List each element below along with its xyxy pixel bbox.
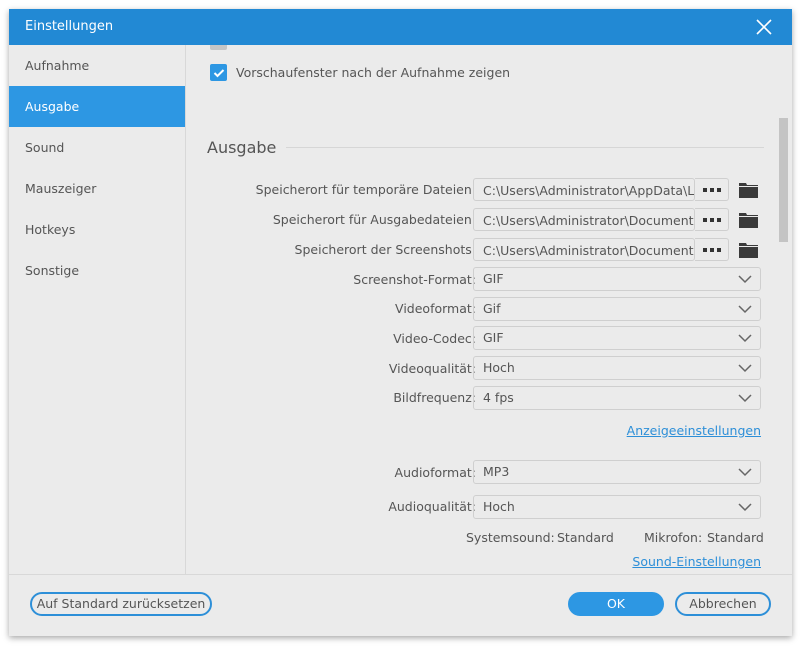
temp-files-label: Speicherort für temporäre Dateien: bbox=[255, 182, 476, 197]
video-format-label: Videoformat: bbox=[395, 301, 476, 316]
audio-format-select[interactable]: MP3 bbox=[473, 460, 761, 484]
ok-button[interactable]: OK bbox=[568, 592, 664, 616]
microphone-value: Standard bbox=[707, 530, 764, 545]
chevron-down-icon bbox=[738, 503, 752, 512]
checkmark-icon bbox=[213, 68, 224, 77]
video-format-select[interactable]: Gif bbox=[473, 297, 761, 321]
sidebar: Aufnahme Ausgabe Sound Mauszeiger Hotkey… bbox=[9, 45, 186, 574]
sidebar-item-mauszeiger[interactable]: Mauszeiger bbox=[9, 168, 185, 209]
sidebar-item-sonstige[interactable]: Sonstige bbox=[9, 250, 185, 291]
sidebar-item-sound[interactable]: Sound bbox=[9, 127, 185, 168]
preview-window-label: Vorschaufenster nach der Aufnahme zeigen bbox=[236, 65, 511, 80]
audio-quality-label: Audioqualität: bbox=[388, 499, 476, 514]
microphone-label: Mikrofon: bbox=[644, 530, 703, 545]
screenshot-format-select[interactable]: GIF bbox=[473, 267, 761, 291]
video-quality-select[interactable]: Hoch bbox=[473, 356, 761, 380]
partial-checkbox[interactable] bbox=[210, 45, 227, 50]
scrollbar-thumb[interactable] bbox=[779, 118, 788, 242]
video-format-value: Gif bbox=[483, 301, 501, 316]
preview-window-checkbox[interactable] bbox=[210, 64, 227, 81]
video-quality-label: Videoqualität: bbox=[388, 361, 476, 376]
video-codec-select[interactable]: GIF bbox=[473, 326, 761, 350]
sidebar-item-hotkeys[interactable]: Hotkeys bbox=[9, 209, 185, 250]
chevron-down-icon bbox=[738, 394, 752, 403]
window-title: Einstellungen bbox=[25, 19, 114, 34]
sound-settings-link[interactable]: Sound-Einstellungen bbox=[632, 554, 761, 569]
section-divider bbox=[286, 147, 764, 148]
screenshot-format-value: GIF bbox=[483, 271, 504, 286]
audio-quality-value: Hoch bbox=[483, 499, 515, 514]
chevron-down-icon bbox=[738, 468, 752, 477]
screenshots-folder-icon[interactable] bbox=[739, 242, 758, 258]
reset-defaults-button[interactable]: Auf Standard zurücksetzen bbox=[30, 592, 212, 616]
video-codec-value: GIF bbox=[483, 330, 504, 345]
screenshots-label: Speicherort der Screenshots: bbox=[294, 242, 476, 257]
audio-format-label: Audioformat: bbox=[394, 465, 476, 480]
screenshot-format-label: Screenshot-Format: bbox=[353, 272, 476, 287]
temp-files-browse-button[interactable] bbox=[695, 178, 729, 201]
system-sound-value: Standard bbox=[557, 530, 614, 545]
screenshots-browse-button[interactable] bbox=[695, 238, 729, 261]
frame-rate-label: Bildfrequenz: bbox=[393, 390, 476, 405]
frame-rate-select[interactable]: 4 fps bbox=[473, 386, 761, 410]
sidebar-item-ausgabe[interactable]: Ausgabe bbox=[9, 86, 185, 127]
chevron-down-icon bbox=[738, 305, 752, 314]
chevron-down-icon bbox=[738, 364, 752, 373]
settings-content: Vorschaufenster nach der Aufnahme zeigen… bbox=[186, 45, 792, 574]
output-files-folder-icon[interactable] bbox=[739, 212, 758, 228]
video-codec-label: Video-Codec: bbox=[393, 331, 476, 346]
output-files-label: Speicherort für Ausgabedateien: bbox=[272, 212, 476, 227]
section-title-ausgabe: Ausgabe bbox=[207, 138, 277, 157]
cancel-button[interactable]: Abbrechen bbox=[675, 592, 771, 616]
screenshots-path-input[interactable]: C:\Users\Administrator\Documents bbox=[473, 238, 695, 261]
system-sound-label: Systemsound: bbox=[466, 530, 555, 545]
title-bar: Einstellungen bbox=[9, 9, 792, 45]
close-icon[interactable] bbox=[754, 17, 774, 37]
footer-divider bbox=[9, 574, 792, 575]
frame-rate-value: 4 fps bbox=[483, 390, 514, 405]
audio-quality-select[interactable]: Hoch bbox=[473, 495, 761, 519]
chevron-down-icon bbox=[738, 275, 752, 284]
preview-window-option: Vorschaufenster nach der Aufnahme zeigen bbox=[210, 64, 510, 81]
temp-files-folder-icon[interactable] bbox=[739, 182, 758, 198]
output-files-browse-button[interactable] bbox=[695, 208, 729, 231]
video-quality-value: Hoch bbox=[483, 360, 515, 375]
settings-dialog: Einstellungen Aufnahme Ausgabe Sound Mau… bbox=[9, 9, 792, 636]
temp-files-path-input[interactable]: C:\Users\Administrator\AppData\Lo bbox=[473, 178, 695, 201]
chevron-down-icon bbox=[738, 334, 752, 343]
output-files-path-input[interactable]: C:\Users\Administrator\Documents bbox=[473, 208, 695, 231]
display-settings-link[interactable]: Anzeigeeinstellungen bbox=[627, 423, 761, 438]
sidebar-item-aufnahme[interactable]: Aufnahme bbox=[9, 45, 185, 86]
audio-format-value: MP3 bbox=[483, 464, 510, 479]
